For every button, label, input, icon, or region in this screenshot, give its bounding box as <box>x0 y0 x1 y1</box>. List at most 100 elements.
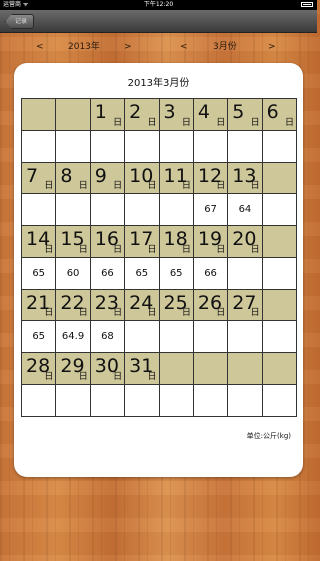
day-cell[interactable]: 3日 <box>159 99 194 131</box>
day-cell[interactable]: 28 日 <box>22 353 57 385</box>
weight-cell[interactable] <box>262 130 297 163</box>
day-cell[interactable]: 15 日 <box>56 226 91 258</box>
weight-cell[interactable] <box>193 130 229 163</box>
day-suffix: 日 <box>147 117 157 128</box>
day-cell[interactable]: 19 日 <box>193 226 229 258</box>
day-suffix: 日 <box>113 308 123 319</box>
empty-day-cell <box>228 353 263 385</box>
day-cell[interactable]: 27 日 <box>228 289 263 322</box>
weight-cell[interactable] <box>90 194 126 226</box>
empty-day-cell <box>262 162 297 195</box>
weight-cell[interactable] <box>228 257 263 290</box>
clock: 下午12:20 <box>143 1 174 8</box>
weight-value <box>228 131 261 162</box>
weight-cell[interactable] <box>22 384 57 417</box>
empty-weight-cell <box>22 130 57 163</box>
weight-value: 66 <box>204 267 217 279</box>
day-number: 4 <box>197 101 210 123</box>
weight-value <box>263 131 296 162</box>
back-button[interactable]: 记录 <box>5 14 35 29</box>
weight-cell[interactable] <box>228 321 263 353</box>
day-cell[interactable]: 1日 <box>90 99 126 131</box>
day-cell[interactable]: 13 日 <box>228 162 263 195</box>
day-cell[interactable]: 14 日 <box>22 226 57 258</box>
day-cell[interactable]: 2日 <box>125 99 160 131</box>
weight-cell[interactable] <box>56 194 91 226</box>
weight-cell[interactable]: 68 <box>90 321 126 353</box>
day-cell[interactable]: 10 日 <box>125 162 160 195</box>
day-cell[interactable]: 7日 <box>22 162 57 195</box>
navigation-bar: 记录 <box>0 10 317 33</box>
weight-cell[interactable] <box>22 194 57 226</box>
prev-month-button[interactable]: < <box>180 39 188 55</box>
weight-value <box>91 131 124 162</box>
next-year-button[interactable]: > <box>124 39 132 55</box>
day-cell[interactable]: 8日 <box>56 162 91 195</box>
day-cell[interactable]: 18 日 <box>159 226 194 258</box>
day-cell[interactable]: 26 日 <box>193 289 229 322</box>
day-suffix: 日 <box>44 371 54 382</box>
weight-cell[interactable]: 65 <box>125 257 160 290</box>
weight-cell[interactable] <box>193 321 229 353</box>
weight-cell[interactable]: 65 <box>22 257 57 290</box>
prev-year-button[interactable]: < <box>36 39 44 55</box>
day-cell[interactable]: 31 日 <box>125 353 160 385</box>
day-cell[interactable]: 9日 <box>90 162 126 195</box>
weight-cell[interactable] <box>125 130 160 163</box>
weight-cell[interactable] <box>90 384 126 417</box>
weight-cell[interactable]: 66 <box>193 257 229 290</box>
weight-value: 65 <box>32 267 46 279</box>
day-cell[interactable]: 4日 <box>193 99 229 131</box>
day-cell[interactable]: 29 日 <box>56 353 91 385</box>
day-suffix: 日 <box>250 244 260 255</box>
weight-value <box>56 385 89 416</box>
next-month-button[interactable]: > <box>268 39 276 55</box>
day-number: 7 <box>26 164 39 187</box>
weight-cell[interactable]: 66 <box>90 257 126 290</box>
day-suffix: 日 <box>78 244 88 255</box>
day-cell[interactable]: 12 日 <box>193 162 229 195</box>
weight-cell[interactable] <box>228 130 263 163</box>
weight-cell[interactable] <box>125 194 160 226</box>
weight-cell[interactable] <box>90 130 126 163</box>
day-suffix: 日 <box>113 181 123 192</box>
day-suffix: 日 <box>181 117 191 128</box>
day-cell[interactable]: 17 日 <box>125 226 160 258</box>
weight-cell[interactable] <box>125 384 160 417</box>
day-cell[interactable]: 20 日 <box>228 226 263 258</box>
day-suffix: 日 <box>216 244 226 255</box>
day-number: 6 <box>266 101 279 123</box>
day-cell[interactable]: 21 日 <box>22 289 57 322</box>
weight-value <box>91 194 124 225</box>
weight-cell[interactable]: 65 <box>159 257 194 290</box>
status-bar: 运营商 ᯤ 下午12:20 <box>0 0 317 10</box>
day-cell[interactable]: 22 日 <box>56 289 91 322</box>
weight-cell[interactable] <box>159 130 194 163</box>
day-cell[interactable]: 24 日 <box>125 289 160 322</box>
weight-cell[interactable]: 67 <box>193 194 229 226</box>
date-selector: < 2013年 > < 3月份 > <box>0 39 317 55</box>
empty-day-cell <box>262 353 297 385</box>
day-suffix: 日 <box>113 371 123 382</box>
day-cell[interactable]: 23 日 <box>90 289 126 322</box>
weight-value <box>228 321 261 352</box>
day-cell[interactable]: 16 日 <box>90 226 126 258</box>
day-cell[interactable]: 30 日 <box>90 353 126 385</box>
weight-cell[interactable] <box>125 321 160 353</box>
day-cell[interactable]: 25 日 <box>159 289 194 322</box>
weight-value: 64.9 <box>61 331 85 343</box>
weight-cell[interactable] <box>159 194 194 226</box>
weight-cell[interactable] <box>56 384 91 417</box>
weight-cell[interactable]: 64.9 <box>56 321 91 353</box>
weight-cell[interactable]: 64 <box>228 194 263 226</box>
day-suffix: 日 <box>216 181 226 192</box>
weight-cell[interactable]: 60 <box>56 257 91 290</box>
calendar-grid: 1 日 2 日 3 日 4 日 5 日 6 日 7 日 8 日 9 日 10 日 11 日 12 日 13 日 67 64 14 日 15 日… <box>21 98 297 417</box>
weight-cell[interactable]: 65 <box>22 321 57 353</box>
day-cell[interactable]: 5日 <box>228 99 263 131</box>
empty-weight-cell <box>56 130 91 163</box>
day-suffix: 日 <box>147 181 157 192</box>
day-cell[interactable]: 11 日 <box>159 162 194 195</box>
day-cell[interactable]: 6日 <box>262 99 297 131</box>
weight-cell[interactable] <box>159 321 194 353</box>
